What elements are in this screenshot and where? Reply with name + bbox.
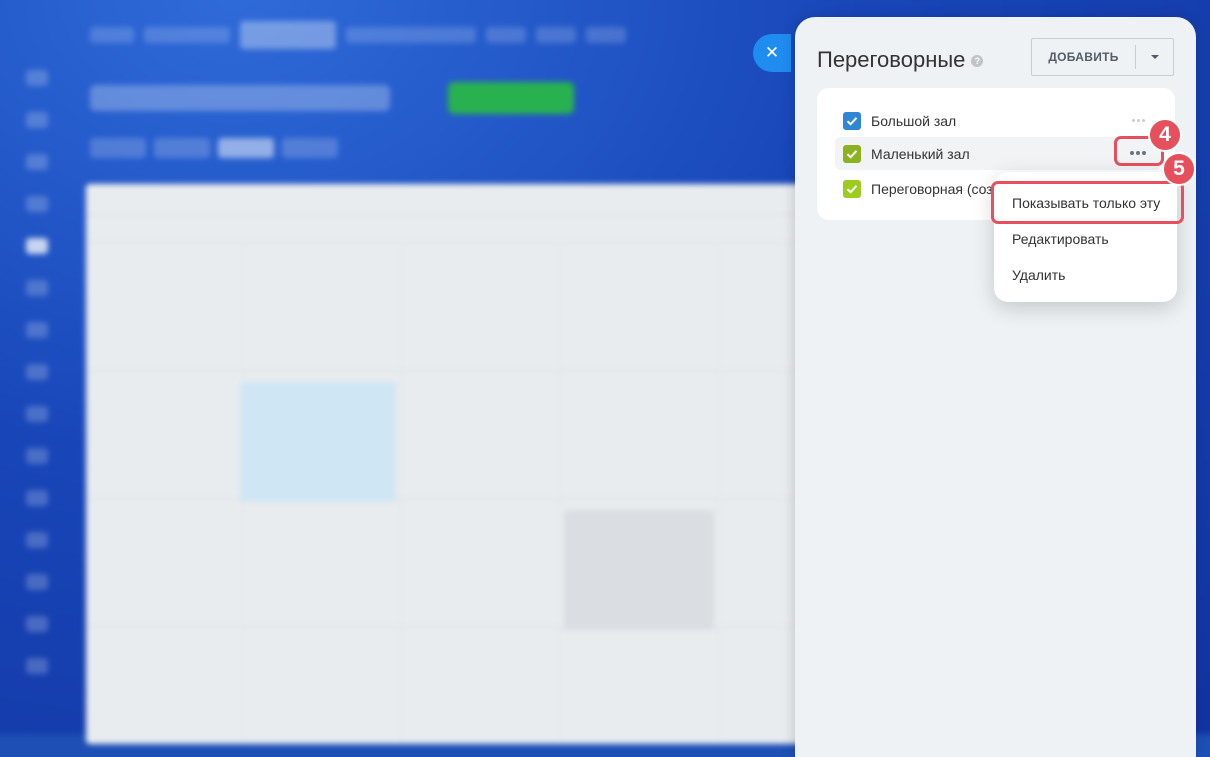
nav-item-active bbox=[240, 21, 336, 49]
calendar-grid bbox=[86, 242, 806, 744]
menu-item-delete[interactable]: Удалить bbox=[1012, 267, 1065, 283]
room-checkbox[interactable] bbox=[843, 179, 861, 198]
background-calendar bbox=[86, 184, 806, 744]
view-tab bbox=[90, 138, 146, 158]
add-dropdown-button[interactable] bbox=[1136, 39, 1173, 75]
left-bar-icon bbox=[26, 70, 48, 86]
dot bbox=[1141, 118, 1145, 122]
room-checkbox[interactable] bbox=[843, 144, 861, 163]
nav-item bbox=[536, 27, 576, 43]
nav-item bbox=[90, 27, 134, 43]
room-label: Маленький зал bbox=[871, 145, 970, 162]
panel-title: Переговорные ? bbox=[817, 47, 984, 73]
left-bar-icon bbox=[26, 658, 48, 674]
left-bar-icon bbox=[26, 364, 48, 380]
room-item[interactable]: Большой зал bbox=[835, 104, 1161, 137]
close-icon: ✕ bbox=[764, 43, 780, 62]
background-event-block bbox=[564, 510, 714, 630]
step-badge: 5 bbox=[1162, 152, 1196, 186]
left-bar-icon bbox=[26, 448, 48, 464]
left-bar-icon bbox=[26, 322, 48, 338]
chevron-down-icon bbox=[1150, 55, 1159, 59]
room-checkbox[interactable] bbox=[843, 111, 861, 130]
add-split-button: ДОБАВИТЬ bbox=[1031, 38, 1174, 76]
rooms-panel: Переговорные ? ДОБАВИТЬ Большой зал Мале… bbox=[795, 17, 1196, 757]
left-bar-icon bbox=[26, 112, 48, 128]
nav-item bbox=[346, 27, 476, 43]
left-bar-icon bbox=[26, 238, 48, 254]
background-view-tabs bbox=[90, 138, 338, 158]
question-icon[interactable]: ? bbox=[971, 55, 984, 67]
background-left-bar bbox=[8, 70, 48, 700]
nav-item bbox=[144, 27, 230, 43]
room-label: Большой зал bbox=[871, 112, 957, 129]
menu-item-edit[interactable]: Редактировать bbox=[1012, 231, 1109, 247]
dot bbox=[1136, 118, 1140, 122]
nav-item bbox=[486, 27, 526, 43]
close-panel-button[interactable]: ✕ bbox=[753, 34, 791, 72]
view-tab-active bbox=[218, 138, 274, 158]
checkmark-icon bbox=[846, 149, 858, 159]
left-bar-icon bbox=[26, 616, 48, 632]
nav-item bbox=[586, 27, 626, 43]
step-badge: 4 bbox=[1148, 118, 1182, 152]
room-label: Переговорная (созд bbox=[871, 180, 1001, 197]
view-tab bbox=[154, 138, 210, 158]
highlight-menu-item bbox=[991, 181, 1184, 224]
left-bar-icon bbox=[26, 406, 48, 422]
left-bar-icon bbox=[26, 532, 48, 548]
left-bar-icon bbox=[26, 574, 48, 590]
room-item[interactable]: Маленький зал bbox=[835, 137, 1161, 170]
left-bar-icon bbox=[26, 196, 48, 212]
calendar-header bbox=[86, 184, 806, 215]
checkmark-icon bbox=[846, 184, 858, 194]
view-tab bbox=[282, 138, 338, 158]
background-event-block bbox=[240, 382, 396, 502]
background-page-title bbox=[90, 85, 390, 111]
left-bar-icon bbox=[26, 154, 48, 170]
background-action-button bbox=[448, 82, 574, 114]
background-top-nav bbox=[90, 18, 626, 52]
checkmark-icon bbox=[846, 116, 858, 126]
panel-title-text: Переговорные bbox=[817, 47, 966, 72]
add-button[interactable]: ДОБАВИТЬ bbox=[1032, 39, 1135, 75]
dot bbox=[1131, 118, 1135, 122]
left-bar-icon bbox=[26, 280, 48, 296]
left-bar-icon bbox=[26, 490, 48, 506]
